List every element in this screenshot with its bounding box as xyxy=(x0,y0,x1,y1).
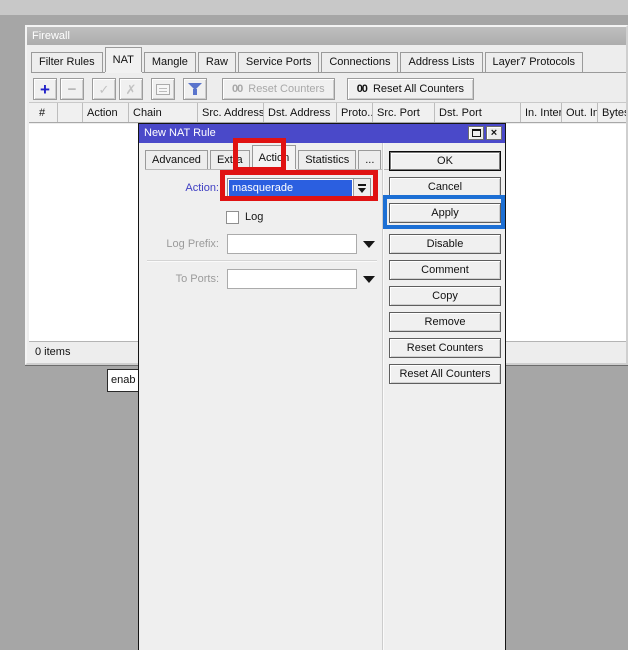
tab-nat[interactable]: NAT xyxy=(105,47,142,72)
column-header-chain[interactable]: Chain xyxy=(129,103,198,122)
action-combobox[interactable]: masquerade xyxy=(227,178,371,198)
filter-funnel-icon xyxy=(188,82,202,96)
log-checkbox-label: Log xyxy=(245,210,263,225)
firewall-title: Firewall xyxy=(32,30,70,42)
plus-icon: + xyxy=(40,81,50,98)
reset-counters-toolbar-button[interactable]: 00 Reset Counters xyxy=(222,78,335,100)
copy-button[interactable]: Copy xyxy=(389,286,501,306)
action-field-label: Action: xyxy=(139,178,219,198)
tab-action[interactable]: Action xyxy=(252,145,297,169)
remove-rule-button[interactable]: − xyxy=(60,78,84,100)
ok-button[interactable]: OK xyxy=(389,151,501,171)
reset-counters-label: Reset Counters xyxy=(248,83,324,95)
log-prefix-label: Log Prefix: xyxy=(139,234,219,254)
log-prefix-input[interactable] xyxy=(227,234,357,254)
column-header-out-interface[interactable]: Out. Int... xyxy=(562,103,598,122)
log-prefix-dropdown-icon[interactable] xyxy=(363,241,375,248)
comment-button[interactable]: Comment xyxy=(389,260,501,280)
add-rule-button[interactable]: + xyxy=(33,78,57,100)
disable-button[interactable]: Disable xyxy=(389,234,501,254)
dialog-tab-bar: Advanced Extra Action Statistics ... xyxy=(145,146,389,170)
tab-raw[interactable]: Raw xyxy=(198,52,236,72)
button-panel-separator xyxy=(382,143,383,650)
counters-badge-icon: 00 xyxy=(232,83,242,95)
comment-note-icon xyxy=(156,84,170,95)
column-header-src-port[interactable]: Src. Port xyxy=(373,103,435,122)
column-header-dst-address[interactable]: Dst. Address xyxy=(264,103,337,122)
action-dropdown-button[interactable] xyxy=(353,179,370,197)
firewall-tab-bar: Filter Rules NAT Mangle Raw Service Port… xyxy=(31,48,626,73)
tab-mangle[interactable]: Mangle xyxy=(144,52,196,72)
reset-all-counters-label: Reset All Counters xyxy=(373,83,464,95)
tab-more[interactable]: ... xyxy=(358,150,381,169)
form-separator xyxy=(147,260,377,261)
reset-all-counters-toolbar-button[interactable]: 00 Reset All Counters xyxy=(347,78,474,100)
enable-rule-button[interactable]: ✓ xyxy=(92,78,116,100)
cancel-button[interactable]: Cancel xyxy=(389,177,501,197)
tab-filter-rules[interactable]: Filter Rules xyxy=(31,52,103,72)
dropdown-arrow-icon xyxy=(358,188,366,193)
column-header-in-interface[interactable]: In. Inter... xyxy=(521,103,562,122)
desktop-top-band xyxy=(0,0,628,15)
log-checkbox[interactable] xyxy=(226,211,239,224)
new-nat-rule-dialog: New NAT Rule × Advanced Extra Action Sta… xyxy=(138,123,506,650)
tab-service-ports[interactable]: Service Ports xyxy=(238,52,319,72)
close-icon: × xyxy=(491,128,497,139)
action-selected-value: masquerade xyxy=(229,180,352,196)
cross-icon: ✗ xyxy=(126,83,137,96)
tab-address-lists[interactable]: Address Lists xyxy=(400,52,482,72)
tooltip: enab xyxy=(107,369,141,392)
dialog-titlebar[interactable]: New NAT Rule xyxy=(139,124,505,143)
minus-icon: − xyxy=(68,82,77,97)
disable-rule-button[interactable]: ✗ xyxy=(119,78,143,100)
checkmark-icon: ✓ xyxy=(99,83,110,96)
tab-layer7-protocols[interactable]: Layer7 Protocols xyxy=(485,52,584,72)
comment-rule-button[interactable] xyxy=(151,78,175,100)
close-button[interactable]: × xyxy=(486,126,502,140)
to-ports-dropdown-icon[interactable] xyxy=(363,276,375,283)
to-ports-input[interactable] xyxy=(227,269,357,289)
column-header-protocol[interactable]: Proto... xyxy=(337,103,373,122)
to-ports-label: To Ports: xyxy=(139,269,219,289)
column-header-src-address[interactable]: Src. Address xyxy=(198,103,264,122)
counters-badge-icon: 00 xyxy=(357,83,367,95)
filter-button[interactable] xyxy=(183,78,207,100)
remove-button[interactable]: Remove xyxy=(389,312,501,332)
dialog-title: New NAT Rule xyxy=(144,127,216,139)
firewall-toolbar: + − ✓ ✗ 00 Reset Counters 00 xyxy=(33,77,474,101)
tab-connections[interactable]: Connections xyxy=(321,52,398,72)
column-header-number[interactable]: # xyxy=(29,103,58,122)
maximize-icon xyxy=(472,129,481,137)
reset-all-counters-button[interactable]: Reset All Counters xyxy=(389,364,501,384)
column-header-bytes[interactable]: Bytes xyxy=(598,103,626,122)
maximize-button[interactable] xyxy=(468,126,484,140)
item-count: 0 items xyxy=(35,346,70,358)
reset-counters-button[interactable]: Reset Counters xyxy=(389,338,501,358)
tab-extra[interactable]: Extra xyxy=(210,150,250,169)
column-header-dst-port[interactable]: Dst. Port xyxy=(435,103,521,122)
column-header-flags[interactable] xyxy=(58,103,83,122)
tab-statistics[interactable]: Statistics xyxy=(298,150,356,169)
tab-advanced[interactable]: Advanced xyxy=(145,150,208,169)
column-header-action[interactable]: Action xyxy=(83,103,129,122)
desktop: Firewall Filter Rules NAT Mangle Raw Ser… xyxy=(0,0,628,650)
firewall-titlebar[interactable]: Firewall xyxy=(27,27,626,45)
apply-button[interactable]: Apply xyxy=(389,203,501,223)
tooltip-text: enab xyxy=(111,374,135,386)
rule-table-header: # Action Chain Src. Address Dst. Address… xyxy=(29,102,626,123)
dropdown-bar-icon xyxy=(358,184,366,186)
